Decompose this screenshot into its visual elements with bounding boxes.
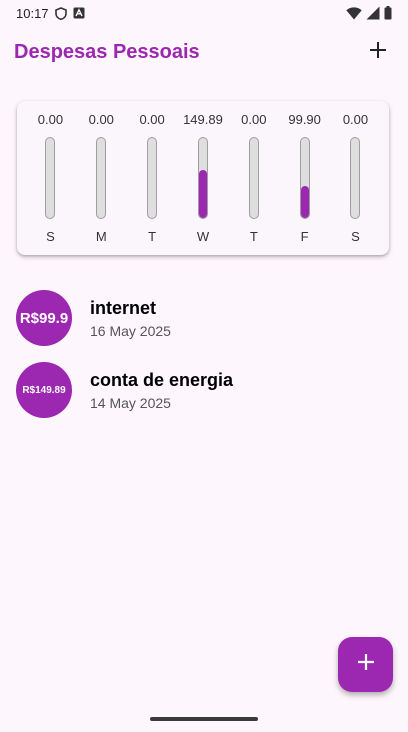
transaction-list: R$99.9 internet 16 May 2025 R$149.89 con… [0,282,408,426]
status-left: 10:17 [16,6,85,21]
chart-bar-track [197,137,208,219]
chart-bar-track [248,137,259,219]
chart-day-label: T [249,229,258,244]
chart-value: 0.00 [342,112,369,127]
chart-column: 99.90 F [282,111,328,255]
chart-day-label: F [300,229,309,244]
chart-column: 0.00 S [332,111,378,255]
chart-value: 149.89 [183,112,223,127]
chart-day-label: M [95,229,107,244]
chart-value: 0.00 [88,112,114,127]
chart-value: 0.00 [241,112,267,127]
status-bar: 10:17 [0,0,408,26]
chart-value: 99.90 [288,112,321,127]
chart-column: 0.00 M [78,111,124,255]
chart-value: 0.00 [37,112,64,127]
chart-bar-track [45,137,56,219]
transaction-date: 16 May 2025 [90,322,171,339]
transaction-title: conta de energia [90,369,234,390]
add-expense-fab[interactable] [338,637,393,692]
transaction-text: internet 16 May 2025 [90,298,171,339]
a-box-icon [73,7,85,19]
chart-value: 0.00 [139,112,165,127]
home-indicator [150,717,258,721]
chart-day-label: W [196,229,210,244]
chart-bar-fill [300,186,309,218]
app-screen: 10:17 Despesas Pessoais 0.00 S 0.00 M 0.… [0,0,408,732]
shield-icon [54,6,67,20]
chart-column: 0.00 T [231,111,277,255]
chart-day-label: T [148,229,157,244]
chart-bar-fill [198,170,207,218]
status-time: 10:17 [16,5,49,21]
page-title: Despesas Pessoais [14,40,200,63]
chart-bar-track [147,137,158,219]
plus-icon [369,41,387,64]
chart-day-label: S [46,229,55,244]
add-expense-button[interactable] [362,36,394,68]
transaction-title: internet [90,297,157,318]
amount-avatar: R$99.9 [16,290,72,346]
chart-bar-track [96,137,107,219]
amount-avatar: R$149.89 [16,362,72,418]
chart-column: 0.00 S [27,111,73,255]
chart-bar-track [299,137,310,219]
app-bar: Despesas Pessoais [0,34,408,70]
chart-day-label: S [351,229,360,244]
weekly-chart-card: 0.00 S 0.00 M 0.00 T 149.89 W 0.00 T 99.… [17,101,389,255]
status-right [346,6,392,20]
battery-icon [384,6,392,20]
chart-column: 0.00 T [129,111,175,255]
plus-icon [357,653,375,676]
wifi-icon [346,6,362,20]
transaction-date: 14 May 2025 [90,394,171,411]
list-item[interactable]: R$99.9 internet 16 May 2025 [0,282,408,354]
list-item[interactable]: R$149.89 conta de energia 14 May 2025 [0,354,408,426]
signal-icon [366,6,380,20]
chart-column: 149.89 W [180,111,226,255]
chart-bar-track [350,137,361,219]
transaction-text: conta de energia 14 May 2025 [90,370,233,411]
